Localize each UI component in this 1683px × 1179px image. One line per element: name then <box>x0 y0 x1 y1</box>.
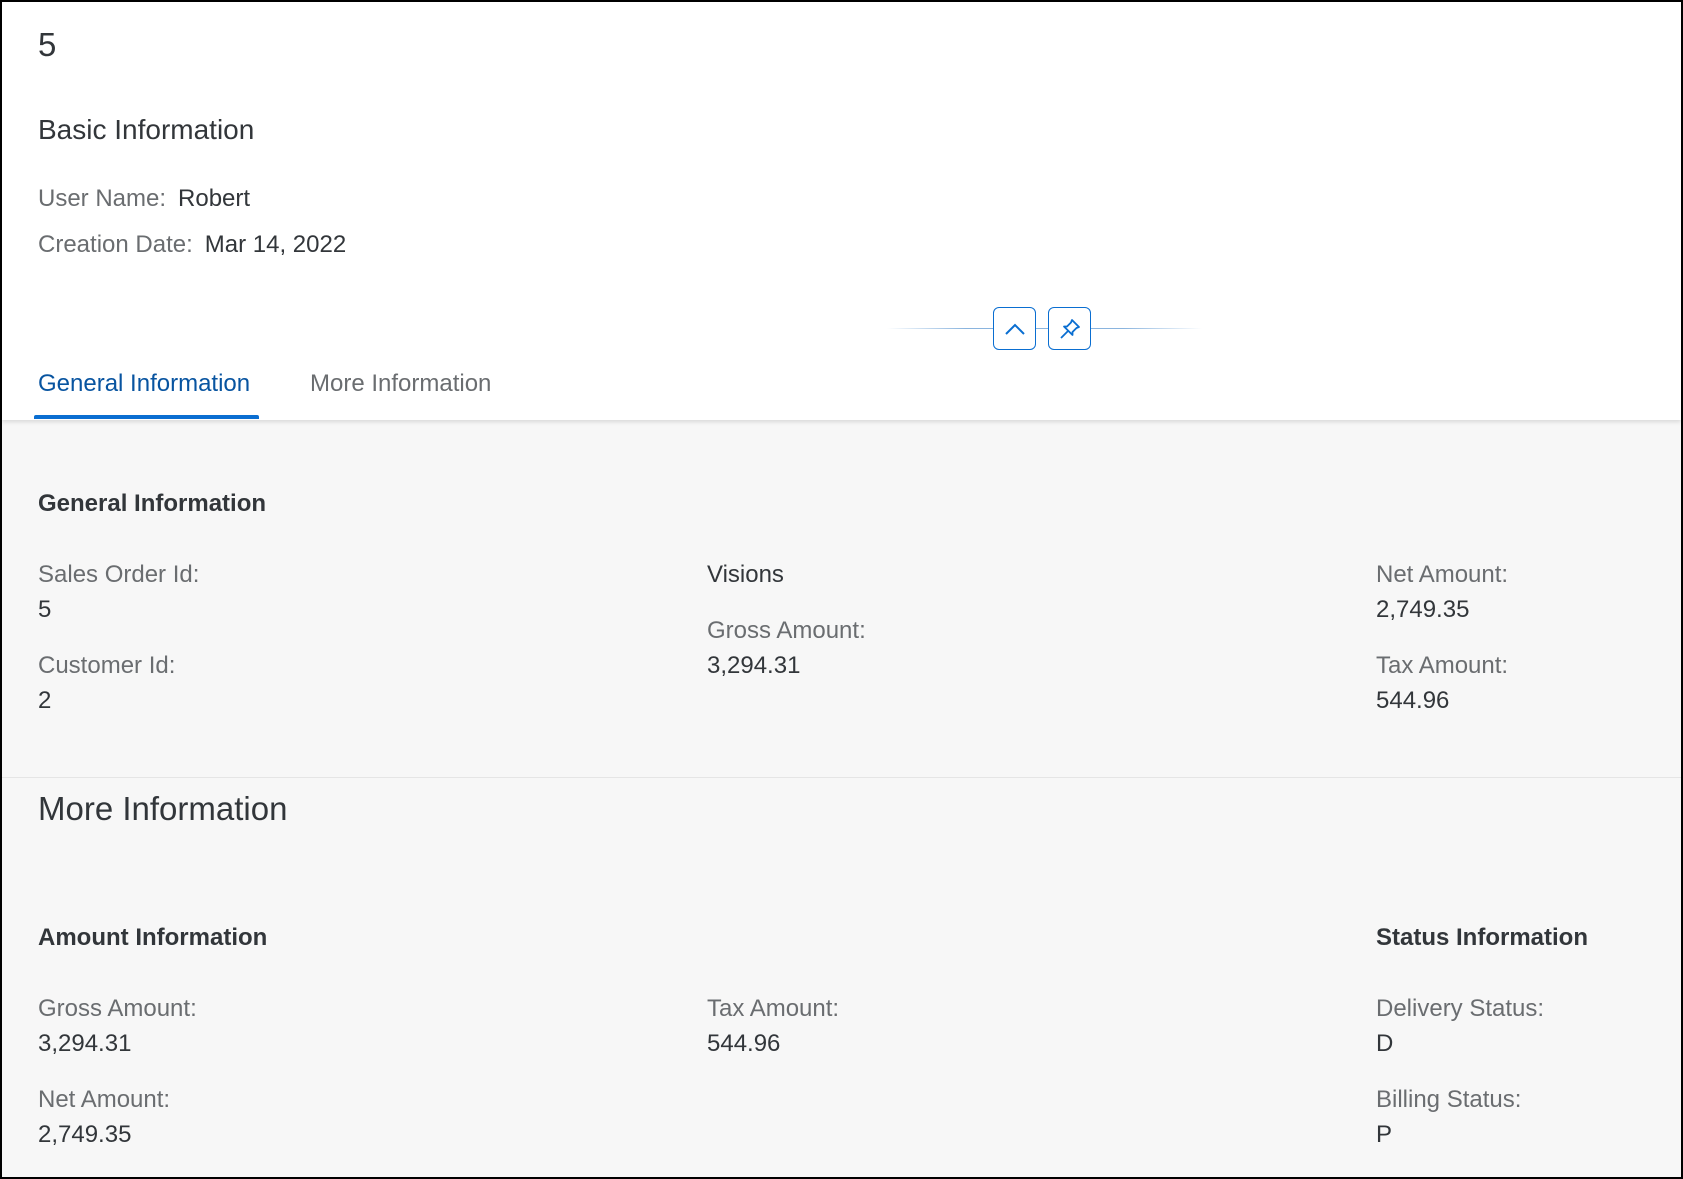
object-page-content: General Information Sales Order Id: 5 Cu… <box>2 420 1681 1177</box>
delivery-status-label: Delivery Status: <box>1376 995 1545 1022</box>
creation-date-label: Creation Date: <box>38 231 193 258</box>
more-gross-amount-value: 3,294.31 <box>38 1030 132 1057</box>
anchor-bar: General Information More Information <box>2 362 1681 420</box>
more-net-amount-value: 2,749.35 <box>38 1121 132 1148</box>
creation-date-value: Mar 14, 2022 <box>204 231 347 258</box>
user-name-value: Robert <box>178 185 251 212</box>
more-gross-amount-label: Gross Amount: <box>38 995 197 1022</box>
customer-id-value: 2 <box>38 687 52 714</box>
more-tax-amount-value: 544.96 <box>707 1030 781 1057</box>
sales-order-id-value: 5 <box>38 596 52 623</box>
object-title: 5 <box>38 26 57 63</box>
header-anchor-line <box>887 328 1202 329</box>
billing-status-value: P <box>1376 1121 1393 1148</box>
billing-status-label: Billing Status: <box>1376 1086 1522 1113</box>
creation-date-field: Creation Date: Mar 14, 2022 <box>38 231 346 259</box>
status-information-title: Status Information <box>1376 924 1589 951</box>
section-divider <box>2 777 1681 778</box>
user-name-label: User Name: <box>38 185 167 212</box>
object-page-header: 5 Basic Information User Name: Robert Cre… <box>2 2 1681 420</box>
pin-header-button[interactable] <box>1048 307 1091 350</box>
chevron-up-icon <box>1004 323 1025 335</box>
more-tax-amount-label: Tax Amount: <box>707 995 840 1022</box>
object-page: 5 Basic Information User Name: Robert Cre… <box>0 0 1683 1179</box>
delivery-status-value: D <box>1376 1030 1394 1057</box>
tab-more-information[interactable]: More Information <box>310 370 491 398</box>
header-section-title: Basic Information <box>38 114 255 145</box>
general-information-title: General Information <box>38 490 267 517</box>
visions-group-title: Visions <box>707 561 784 588</box>
gross-amount-value: 3,294.31 <box>707 652 801 679</box>
amount-information-title: Amount Information <box>38 924 268 951</box>
customer-id-label: Customer Id: <box>38 652 176 679</box>
tax-amount-label: Tax Amount: <box>1376 652 1509 679</box>
tab-general-information[interactable]: General Information <box>38 370 250 398</box>
more-net-amount-label: Net Amount: <box>38 1086 171 1113</box>
net-amount-value: 2,749.35 <box>1376 596 1470 623</box>
net-amount-label: Net Amount: <box>1376 561 1509 588</box>
user-name-field: User Name: Robert <box>38 185 250 213</box>
active-tab-indicator <box>34 415 259 419</box>
tax-amount-value: 544.96 <box>1376 687 1450 714</box>
more-information-title: More Information <box>38 790 288 827</box>
collapse-header-button[interactable] <box>993 307 1036 350</box>
pin-icon <box>1059 318 1080 339</box>
gross-amount-label: Gross Amount: <box>707 617 866 644</box>
sales-order-id-label: Sales Order Id: <box>38 561 200 588</box>
